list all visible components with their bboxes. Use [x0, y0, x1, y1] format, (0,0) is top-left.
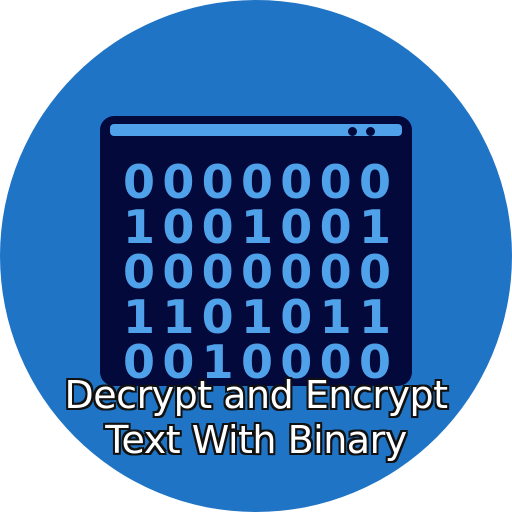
- binary-digit: 0: [122, 155, 155, 209]
- binary-digit: 0: [358, 155, 391, 209]
- binary-window-icon: 0 0 0 0 0 0 0 1 0 0 1 0 0 1 0 0 0 0 0 0 …: [100, 116, 412, 386]
- binary-digit: 0: [280, 155, 313, 209]
- binary-digit: 1: [240, 290, 273, 344]
- binary-digit: 0: [280, 200, 313, 254]
- caption-line-2: Text With Binary: [105, 418, 407, 462]
- binary-row: 1 1 0 1 0 1 1: [122, 290, 392, 344]
- binary-digit: 1: [358, 290, 391, 344]
- binary-digit: 0: [122, 245, 155, 299]
- app-icon: 0 0 0 0 0 0 0 1 0 0 1 0 0 1 0 0 0 0 0 0 …: [0, 0, 512, 512]
- window-dot-icon: [348, 127, 357, 136]
- binary-digit: 0: [162, 200, 195, 254]
- window-titlebar: [110, 124, 402, 136]
- binary-digit: 1: [122, 200, 155, 254]
- binary-digit: 0: [319, 155, 352, 209]
- binary-digit: 0: [280, 245, 313, 299]
- binary-digit: 0: [280, 290, 313, 344]
- binary-digit: 1: [162, 290, 195, 344]
- binary-digit: 1: [319, 290, 352, 344]
- binary-digit: 0: [201, 245, 234, 299]
- binary-digit: 0: [201, 290, 234, 344]
- binary-digit: 1: [240, 200, 273, 254]
- binary-row: 0 0 0 0 0 0 0: [122, 155, 392, 209]
- binary-digit: 0: [240, 245, 273, 299]
- binary-row: 0 0 0 0 0 0 0: [122, 245, 392, 299]
- binary-digit: 0: [162, 245, 195, 299]
- binary-digit: 0: [319, 200, 352, 254]
- binary-digit: 0: [319, 245, 352, 299]
- binary-grid: 0 0 0 0 0 0 0 1 0 0 1 0 0 1 0 0 0 0 0 0 …: [122, 155, 392, 385]
- binary-digit: 1: [358, 200, 391, 254]
- window-dot-icon: [366, 127, 375, 136]
- binary-digit: 1: [122, 290, 155, 344]
- caption-line-1: Decrypt and Encrypt: [64, 373, 448, 417]
- binary-digit: 0: [162, 155, 195, 209]
- binary-digit: 0: [358, 245, 391, 299]
- binary-digit: 0: [240, 155, 273, 209]
- binary-digit: 0: [201, 155, 234, 209]
- binary-row: 1 0 0 1 0 0 1: [122, 200, 392, 254]
- binary-digit: 0: [201, 200, 234, 254]
